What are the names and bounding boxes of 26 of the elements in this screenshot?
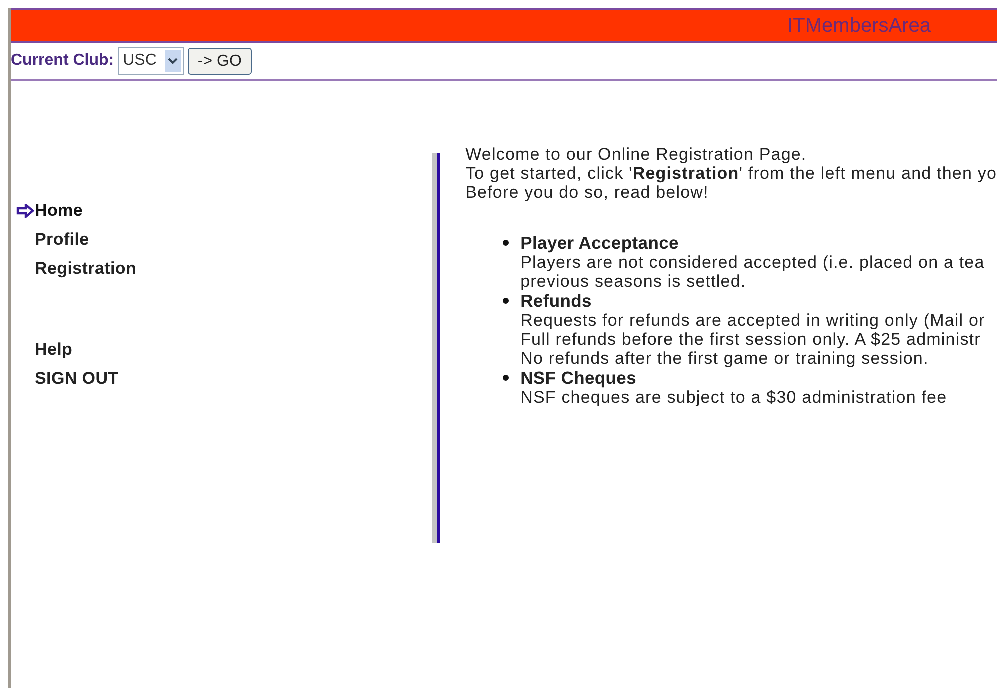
menu-item[interactable]: Profile (35, 225, 90, 254)
notice-text: previous seasons is settled. (520, 272, 748, 291)
notice-text: Full refunds before the first session only. A $25 administr (520, 330, 982, 349)
intro-text: Welcome to our Online Registration Page. (466, 145, 808, 164)
menu-item[interactable]: Home (16, 196, 84, 225)
go-button[interactable]: -> GO (188, 48, 252, 74)
arrow-icon (16, 204, 35, 218)
notice-text: NSF cheques are subject to a $30 administration fee (520, 388, 948, 407)
club-select[interactable]: USC (118, 47, 184, 75)
dropdown-icon (164, 50, 181, 72)
site-title: ITMembersArea (788, 14, 931, 38)
bullet-icon (502, 298, 509, 304)
menu-item[interactable]: Help (35, 335, 73, 364)
notice-title: NSF Cheques (520, 368, 638, 388)
notice-text: No refunds after the first game or training session. (520, 349, 930, 368)
intro-text: Before you do so, read below! (466, 183, 710, 202)
notice-text: Requests for refunds are accepted in writing only (Mail or (520, 311, 986, 330)
notice-text: Players are not considered accepted (i.e. placed on a tea (520, 253, 985, 272)
menu-item[interactable]: Registration (35, 254, 137, 283)
bullet-icon (502, 240, 509, 246)
club-label: Current Club: (11, 51, 114, 71)
intro-text: To get started, click 'Registration' from the left menu and then yo (466, 164, 997, 183)
bullet-icon (502, 375, 509, 381)
notice-title: Player Acceptance (520, 233, 680, 253)
menu-item[interactable]: SIGN OUT (35, 364, 119, 393)
notice-title: Refunds (520, 291, 593, 311)
